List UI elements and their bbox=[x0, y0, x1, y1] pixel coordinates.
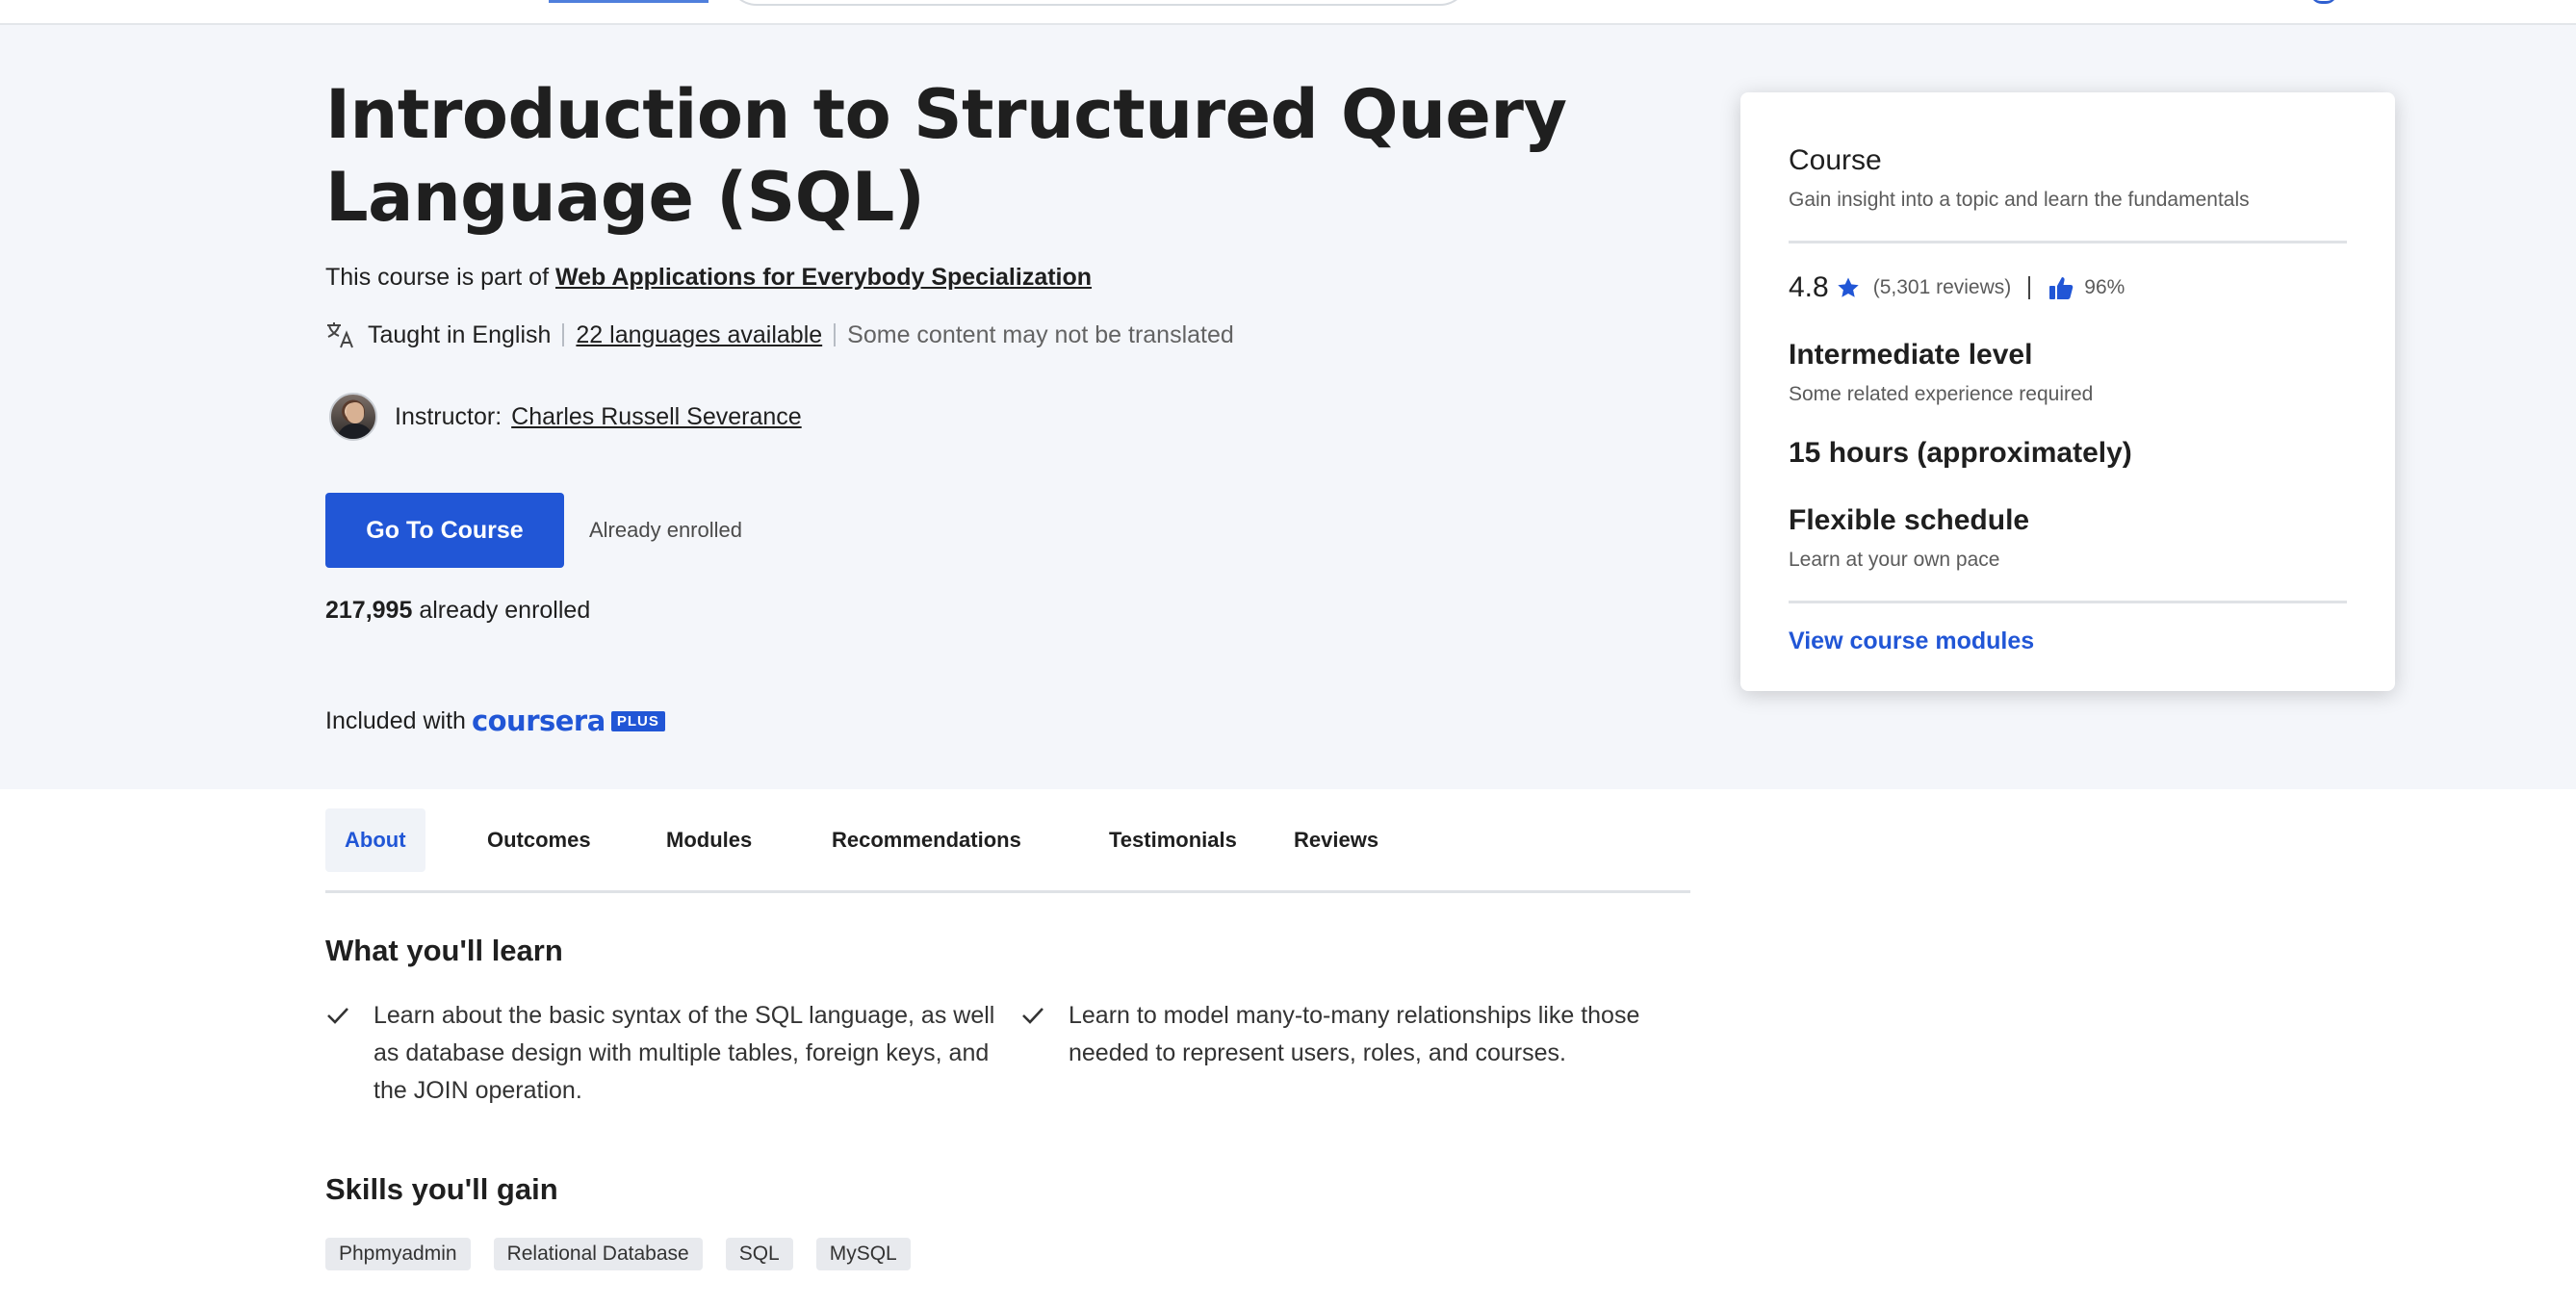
learn-item: Learn about the basic syntax of the SQL … bbox=[325, 997, 999, 1110]
tab-reviews[interactable]: Reviews bbox=[1275, 808, 1398, 872]
thumbs-up-icon bbox=[2049, 277, 2074, 299]
skill-chip: Phpmyadmin bbox=[325, 1238, 471, 1270]
user-avatar[interactable] bbox=[2310, 0, 2337, 4]
enroll-number: 217,995 bbox=[325, 597, 413, 624]
check-icon bbox=[327, 1008, 348, 1024]
view-modules-link[interactable]: View course modules bbox=[1789, 628, 2034, 655]
part-of-prefix: This course is part of bbox=[325, 264, 550, 291]
translation-note: Some content may not be translated bbox=[847, 320, 1234, 348]
divider bbox=[834, 323, 837, 346]
language-info: Taught in English 22 languages available… bbox=[325, 318, 1234, 352]
languages-link[interactable]: 22 languages available bbox=[576, 321, 822, 349]
review-count[interactable]: (5,301 reviews) bbox=[1873, 276, 2012, 299]
skill-chip: Relational Database bbox=[493, 1238, 703, 1270]
level-note: Some related experience required bbox=[1789, 383, 2094, 405]
tab-about[interactable]: About bbox=[325, 808, 425, 872]
rating-score: 4.8 bbox=[1789, 271, 1829, 303]
skills-heading: Skills you'll gain bbox=[325, 1172, 558, 1206]
taught-in: Taught in English bbox=[368, 320, 552, 348]
go-to-course-button[interactable]: Go To Course bbox=[325, 493, 564, 568]
tab-outcomes[interactable]: Outcomes bbox=[468, 808, 610, 872]
enroll-suffix: already enrolled bbox=[419, 597, 591, 624]
card-divider bbox=[1789, 601, 2347, 603]
course-info-card: Course Gain insight into a topic and lea… bbox=[1740, 92, 2395, 691]
learn-item: Learn to model many-to-many relationship… bbox=[1020, 997, 1685, 1072]
tab-recommendations[interactable]: Recommendations bbox=[812, 808, 1041, 872]
star-icon bbox=[1838, 277, 1859, 297]
instructor-label: Instructor: bbox=[395, 402, 502, 430]
included-prefix: Included with bbox=[325, 706, 466, 734]
page-title: Introduction to Structured Query Languag… bbox=[325, 75, 1567, 237]
learn-item-text: Learn to model many-to-many relationship… bbox=[1069, 1002, 1640, 1066]
search-bar[interactable] bbox=[728, 0, 1469, 6]
duration: 15 hours (approximately) bbox=[1789, 437, 2132, 469]
coursera-plus-line: Included with coursera PLUS bbox=[325, 705, 665, 737]
rating-row: 4.8 (5,301 reviews) 96% bbox=[1789, 271, 2125, 304]
avatar-suit bbox=[337, 423, 374, 439]
skill-chip: MySQL bbox=[815, 1238, 911, 1270]
divider bbox=[2028, 276, 2031, 299]
enrollment-count: 217,995 already enrolled bbox=[325, 597, 590, 625]
section-tabs: About Outcomes Modules Recommendations T… bbox=[325, 807, 1690, 893]
learn-item-text: Learn about the basic syntax of the SQL … bbox=[374, 1002, 995, 1104]
schedule-note: Learn at your own pace bbox=[1789, 549, 2000, 571]
skills-list: Phpmyadmin Relational Database SQL MySQL bbox=[325, 1238, 934, 1270]
learn-heading: What you'll learn bbox=[325, 934, 563, 967]
card-divider bbox=[1789, 241, 2347, 243]
nav-highlight bbox=[549, 0, 708, 3]
divider bbox=[562, 323, 565, 346]
instructor-link[interactable]: Charles Russell Severance bbox=[511, 403, 802, 431]
skill-chip: SQL bbox=[725, 1238, 793, 1270]
top-navigation-bar bbox=[0, 0, 2576, 25]
schedule-heading: Flexible schedule bbox=[1789, 504, 2030, 536]
already-enrolled-note: Already enrolled bbox=[589, 518, 742, 542]
instructor-avatar[interactable] bbox=[329, 393, 377, 441]
specialization-line: This course is part of Web Applications … bbox=[325, 264, 1092, 292]
coursera-logo[interactable]: coursera bbox=[472, 705, 605, 737]
check-icon bbox=[1022, 1008, 1043, 1024]
plus-badge: PLUS bbox=[610, 710, 665, 731]
card-subtitle: Gain insight into a topic and learn the … bbox=[1789, 189, 2250, 211]
card-title: Course bbox=[1789, 144, 1882, 176]
translate-icon bbox=[327, 322, 353, 348]
level-heading: Intermediate level bbox=[1789, 339, 2033, 371]
specialization-link[interactable]: Web Applications for Everybody Specializ… bbox=[555, 264, 1092, 291]
instructor-line: Instructor: Charles Russell Severance bbox=[329, 393, 802, 441]
approval-percent: 96% bbox=[2084, 276, 2125, 298]
tab-testimonials[interactable]: Testimonials bbox=[1090, 808, 1256, 872]
tab-modules[interactable]: Modules bbox=[647, 808, 771, 872]
avatar-face bbox=[347, 402, 364, 423]
